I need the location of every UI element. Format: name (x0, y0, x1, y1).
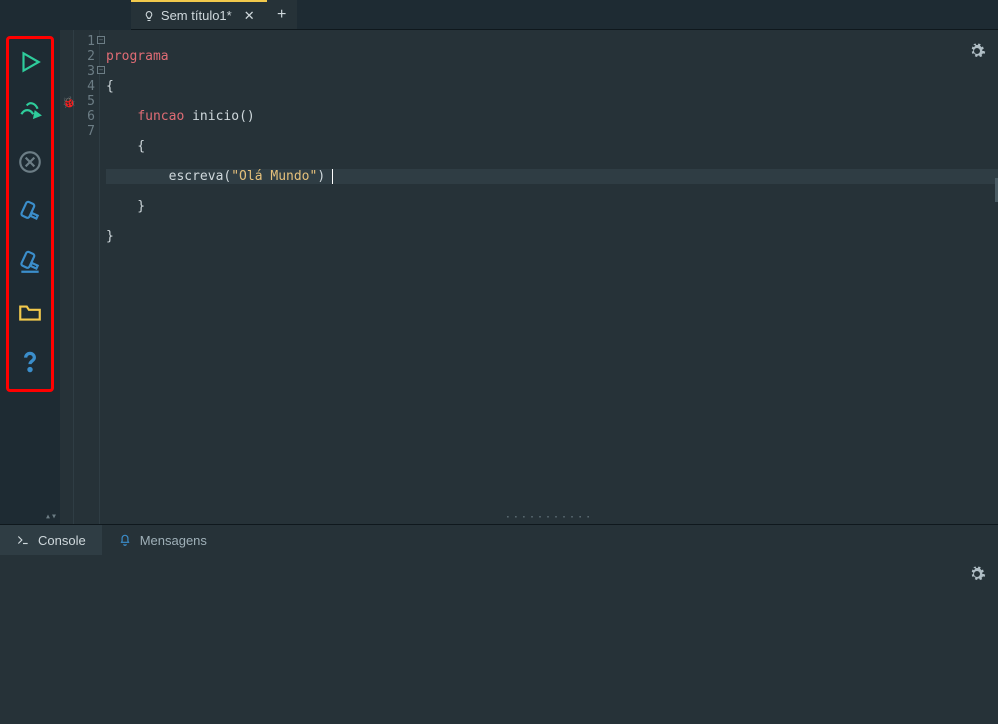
line-number: 3 (87, 64, 95, 79)
code-token: programa (106, 49, 169, 64)
close-icon[interactable]: ✕ (244, 8, 255, 24)
console-output[interactable] (0, 555, 998, 724)
new-tab-button[interactable]: + (267, 0, 297, 29)
bug-icon[interactable]: 🐞 (62, 95, 76, 110)
sidebar (0, 30, 60, 524)
sidebar-highlight (6, 36, 54, 392)
save-button[interactable] (13, 195, 47, 229)
line-number: 7 (87, 124, 95, 139)
open-button[interactable] (13, 295, 47, 329)
tab-messages-label: Mensagens (140, 533, 207, 548)
help-button[interactable] (13, 345, 47, 379)
terminal-icon (16, 533, 30, 547)
code-editor[interactable]: 1− 2 3− 4 🐞5 6 7 programa { funcao inici… (60, 30, 998, 524)
main-area: 1− 2 3− 4 🐞5 6 7 programa { funcao inici… (0, 30, 998, 524)
bottom-tabs: Console Mensagens (0, 525, 998, 555)
tab-messages[interactable]: Mensagens (102, 525, 223, 555)
debug-step-button[interactable] (13, 95, 47, 129)
line-gutter: 1− 2 3− 4 🐞5 6 7 (74, 30, 100, 524)
save-as-button[interactable] (13, 245, 47, 279)
tab-bar: Portugol Studio Sem título1* ✕ + (0, 0, 998, 30)
line-number: 6 (87, 109, 95, 124)
bottom-panel: Console Mensagens (0, 524, 998, 724)
splitter-handle[interactable]: ··········· (505, 510, 593, 525)
tab-console[interactable]: Console (0, 525, 102, 555)
code-token: } (106, 229, 114, 244)
text-caret (324, 169, 333, 184)
bulb-icon (143, 10, 155, 22)
run-button[interactable] (13, 45, 47, 79)
code-area[interactable]: programa { funcao inicio() { escreva("Ol… (100, 30, 998, 524)
code-token: { (106, 139, 145, 154)
line-number: 1 (87, 34, 95, 49)
line-number: 2 (87, 49, 95, 64)
line-number: 4 (87, 79, 95, 94)
line-number: 5 (87, 94, 95, 109)
code-token: } (106, 199, 145, 214)
code-token: inicio() (184, 109, 254, 124)
code-token: { (106, 79, 114, 94)
gear-icon[interactable] (968, 42, 986, 65)
panel-collapse-icon[interactable]: ▴▾ (45, 509, 57, 524)
code-token: escreva (106, 169, 223, 184)
stop-button[interactable] (13, 145, 47, 179)
tab-console-label: Console (38, 533, 86, 548)
code-token: "Olá Mundo" (231, 169, 317, 184)
bell-icon (118, 533, 132, 547)
tab-file[interactable]: Sem título1* ✕ (131, 0, 267, 29)
tab-file-label: Sem título1* (161, 8, 232, 23)
gear-icon[interactable] (968, 565, 986, 588)
code-token: funcao (137, 109, 184, 124)
